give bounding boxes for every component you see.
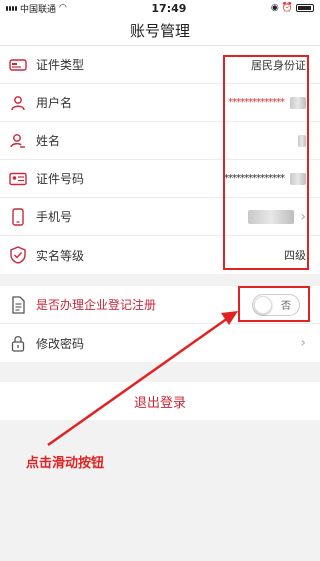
annotation-arrow [47,311,238,447]
annotation-text: 点击滑动按钮 [26,456,105,471]
